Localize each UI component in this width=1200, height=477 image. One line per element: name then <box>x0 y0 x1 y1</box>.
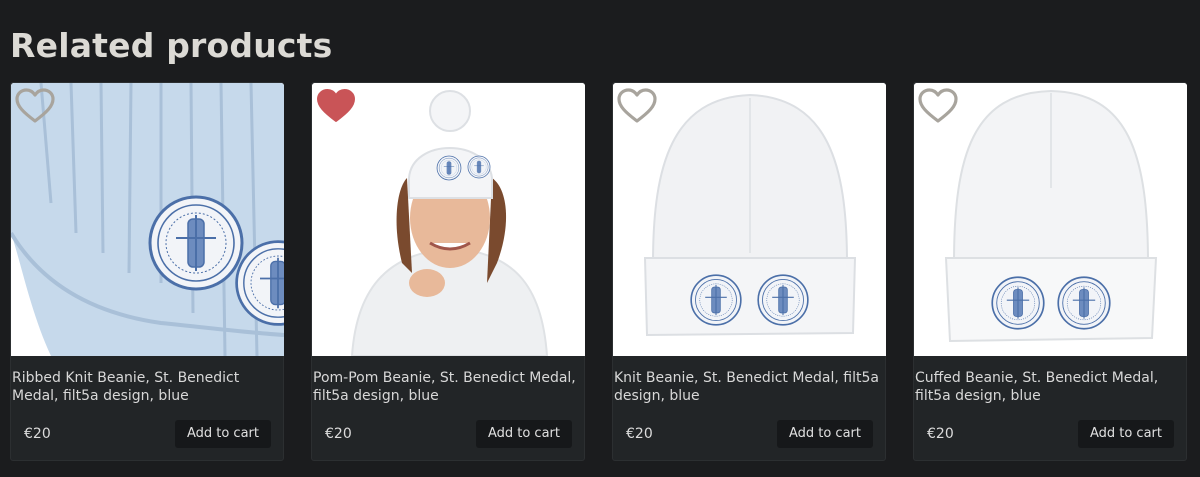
favorite-heart-icon[interactable] <box>316 88 356 124</box>
product-price: €20 <box>626 426 653 442</box>
product-card[interactable]: Cuffed Beanie, St. Benedict Medal, filt5… <box>913 82 1187 461</box>
section-title: Related products <box>10 26 333 65</box>
product-card[interactable]: Ribbed Knit Beanie, St. Benedict Medal, … <box>10 82 284 461</box>
product-card[interactable]: Pom-Pom Beanie, St. Benedict Medal, filt… <box>311 82 585 461</box>
product-title[interactable]: Pom-Pom Beanie, St. Benedict Medal, filt… <box>313 369 583 405</box>
product-price: €20 <box>927 426 954 442</box>
favorite-heart-icon[interactable] <box>617 88 657 124</box>
product-grid: Ribbed Knit Beanie, St. Benedict Medal, … <box>10 82 1200 462</box>
add-to-cart-button[interactable]: Add to cart <box>174 420 271 448</box>
product-title[interactable]: Cuffed Beanie, St. Benedict Medal, filt5… <box>915 369 1185 405</box>
add-to-cart-button[interactable]: Add to cart <box>776 420 873 448</box>
product-price: €20 <box>24 426 51 442</box>
add-to-cart-button[interactable]: Add to cart <box>475 420 572 448</box>
favorite-heart-icon[interactable] <box>918 88 958 124</box>
product-title[interactable]: Knit Beanie, St. Benedict Medal, filt5a … <box>614 369 884 405</box>
product-title[interactable]: Ribbed Knit Beanie, St. Benedict Medal, … <box>12 369 282 405</box>
product-card[interactable]: Knit Beanie, St. Benedict Medal, filt5a … <box>612 82 886 461</box>
product-price: €20 <box>325 426 352 442</box>
favorite-heart-icon[interactable] <box>15 88 55 124</box>
add-to-cart-button[interactable]: Add to cart <box>1077 420 1174 448</box>
